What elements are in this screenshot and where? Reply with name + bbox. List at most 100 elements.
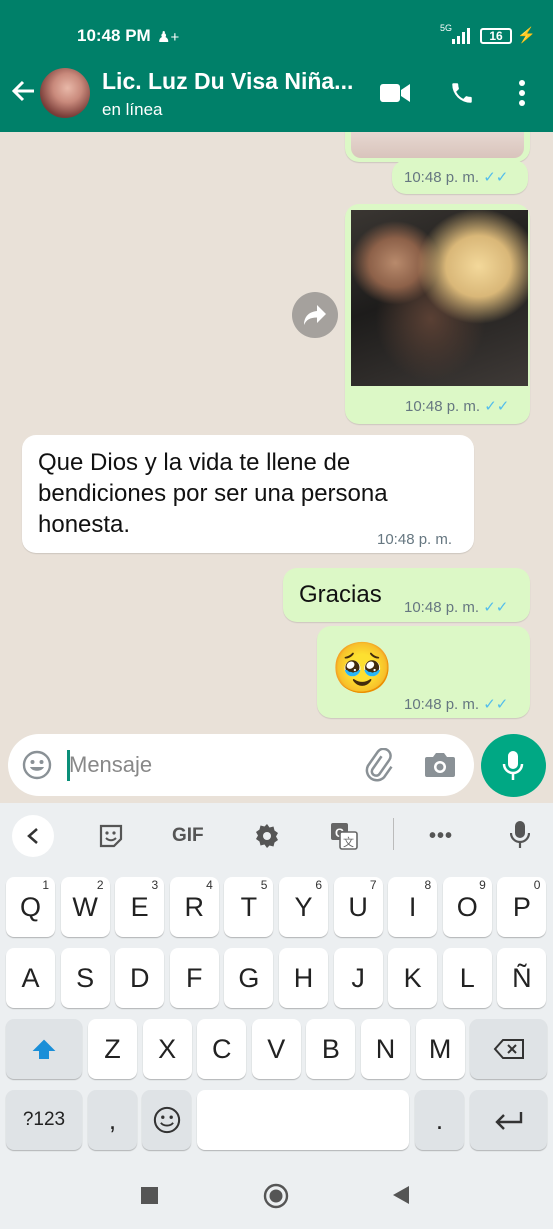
person-add-icon: ♟+ — [157, 29, 180, 46]
charging-icon: ⚡ — [517, 27, 536, 44]
key-r[interactable]: R4 — [169, 877, 219, 937]
key-i[interactable]: I8 — [388, 877, 438, 937]
emoji-message[interactable]: 🥹 10:48 p. m. ✓✓ — [317, 626, 530, 718]
message-line: bendiciones por ser una persona — [38, 480, 388, 507]
key-q[interactable]: Q1 — [6, 877, 55, 937]
message-time: 10:48 p. m. — [377, 531, 453, 548]
keyboard: GIF G文 ••• Q1W2E3R4T5Y6U7I8O9P0 ASDFGHJK… — [0, 803, 553, 1229]
key-j[interactable]: J — [333, 948, 383, 1008]
key-t[interactable]: T5 — [224, 877, 274, 937]
compose-bar: Mensaje — [8, 734, 474, 796]
key-k[interactable]: K — [388, 948, 438, 1008]
key-m[interactable]: M — [415, 1019, 465, 1079]
battery-icon: 16 — [480, 28, 512, 44]
key-number-hint: 7 — [369, 878, 377, 892]
key-a[interactable]: A — [6, 948, 55, 1008]
chevron-left-icon — [27, 828, 38, 844]
key-label: E — [130, 892, 149, 922]
message-text: Gracias — [299, 581, 382, 608]
nav-home-icon[interactable] — [263, 1183, 289, 1214]
space-key[interactable] — [197, 1090, 409, 1150]
key-n[interactable]: N — [361, 1019, 410, 1079]
contact-name[interactable]: Lic. Luz Du Visa Niña... — [102, 68, 353, 95]
key-g[interactable]: G — [224, 948, 274, 1008]
attach-icon[interactable] — [361, 747, 395, 787]
back-arrow-icon[interactable] — [10, 78, 36, 110]
key-b[interactable]: B — [306, 1019, 356, 1079]
key-v[interactable]: V — [251, 1019, 301, 1079]
enter-key[interactable] — [470, 1090, 547, 1150]
key-x[interactable]: X — [142, 1019, 192, 1079]
key-number-hint: 1 — [42, 878, 49, 892]
phone-icon[interactable] — [449, 80, 475, 111]
forward-icon — [304, 305, 326, 325]
enter-icon — [495, 1112, 523, 1130]
avatar[interactable] — [40, 68, 90, 118]
read-ticks-icon: ✓✓ — [484, 398, 510, 415]
key-number-hint: 2 — [96, 878, 104, 892]
key-o[interactable]: O9 — [442, 877, 492, 937]
key-e[interactable]: E3 — [115, 877, 165, 937]
message-time: 10:48 p. m. — [404, 169, 480, 186]
status-time: 10:48 PM — [77, 26, 151, 45]
message-time: 10:48 p. m. — [404, 599, 480, 616]
key-c[interactable]: C — [197, 1019, 247, 1079]
key-y[interactable]: Y6 — [279, 877, 328, 937]
mic-icon — [502, 751, 524, 780]
translate-icon[interactable]: G文 — [330, 822, 358, 855]
outgoing-message[interactable]: Gracias 10:48 p. m. ✓✓ — [283, 568, 530, 622]
backspace-key[interactable] — [470, 1019, 547, 1079]
nav-back-icon[interactable] — [392, 1185, 410, 1210]
period-key[interactable]: . — [415, 1090, 464, 1150]
key-number-hint: 8 — [424, 878, 432, 892]
svg-text:文: 文 — [343, 835, 354, 849]
image-message-partial[interactable] — [345, 132, 530, 162]
settings-icon[interactable] — [253, 822, 281, 855]
symbols-key[interactable]: ?123 — [6, 1090, 82, 1150]
key-u[interactable]: U7 — [333, 877, 383, 937]
gif-image[interactable] — [351, 210, 528, 386]
comma-key[interactable]: , — [88, 1090, 137, 1150]
key-h[interactable]: H — [279, 948, 328, 1008]
key-ñ[interactable]: Ñ — [497, 948, 547, 1008]
nav-square-icon[interactable] — [141, 1187, 158, 1204]
message-input[interactable]: Mensaje — [69, 752, 152, 778]
more-horiz-icon[interactable]: ••• — [429, 825, 453, 848]
key-label: I — [408, 892, 417, 922]
read-ticks-icon: ✓✓ — [483, 599, 509, 616]
sticker-icon[interactable] — [98, 823, 124, 854]
mic-button[interactable] — [481, 734, 546, 797]
message-emoji: 🥹 — [331, 640, 394, 696]
shift-key[interactable] — [6, 1019, 82, 1079]
message-time: 10:48 p. m. — [405, 398, 481, 415]
key-p[interactable]: P0 — [497, 877, 547, 937]
chat-area[interactable]: 10:48 p. m. ✓✓ 10:48 p. m. ✓✓ Que Dios y… — [0, 132, 553, 732]
keyboard-back-button[interactable] — [12, 815, 54, 857]
key-f[interactable]: F — [169, 948, 219, 1008]
key-d[interactable]: D — [115, 948, 165, 1008]
video-call-icon[interactable] — [380, 82, 410, 109]
gif-button[interactable]: GIF — [172, 825, 204, 847]
emoji-key[interactable] — [142, 1090, 191, 1150]
key-label: R — [184, 892, 205, 922]
read-ticks-icon: ✓✓ — [483, 696, 509, 713]
key-number-hint: 5 — [260, 878, 268, 892]
key-number-hint: 4 — [206, 878, 213, 892]
emoji-icon — [153, 1106, 181, 1134]
more-vert-icon[interactable] — [518, 80, 526, 111]
camera-icon[interactable] — [424, 751, 456, 784]
contact-status: en línea — [102, 100, 163, 119]
forward-button[interactable] — [292, 292, 338, 338]
incoming-message[interactable]: Que Dios y la vida te llene de bendicion… — [22, 435, 474, 553]
key-label: T — [240, 892, 258, 922]
network-label: 5G — [440, 23, 453, 33]
key-l[interactable]: L — [442, 948, 492, 1008]
key-z[interactable]: Z — [88, 1019, 137, 1079]
toolbar-divider — [393, 818, 394, 850]
emoji-icon[interactable] — [22, 750, 52, 785]
chat-header: Lic. Luz Du Visa Niña... en línea — [0, 58, 553, 132]
key-s[interactable]: S — [60, 948, 110, 1008]
key-number-hint: 9 — [479, 878, 486, 892]
key-w[interactable]: W2 — [60, 877, 110, 937]
keyboard-mic-icon[interactable] — [509, 820, 531, 855]
